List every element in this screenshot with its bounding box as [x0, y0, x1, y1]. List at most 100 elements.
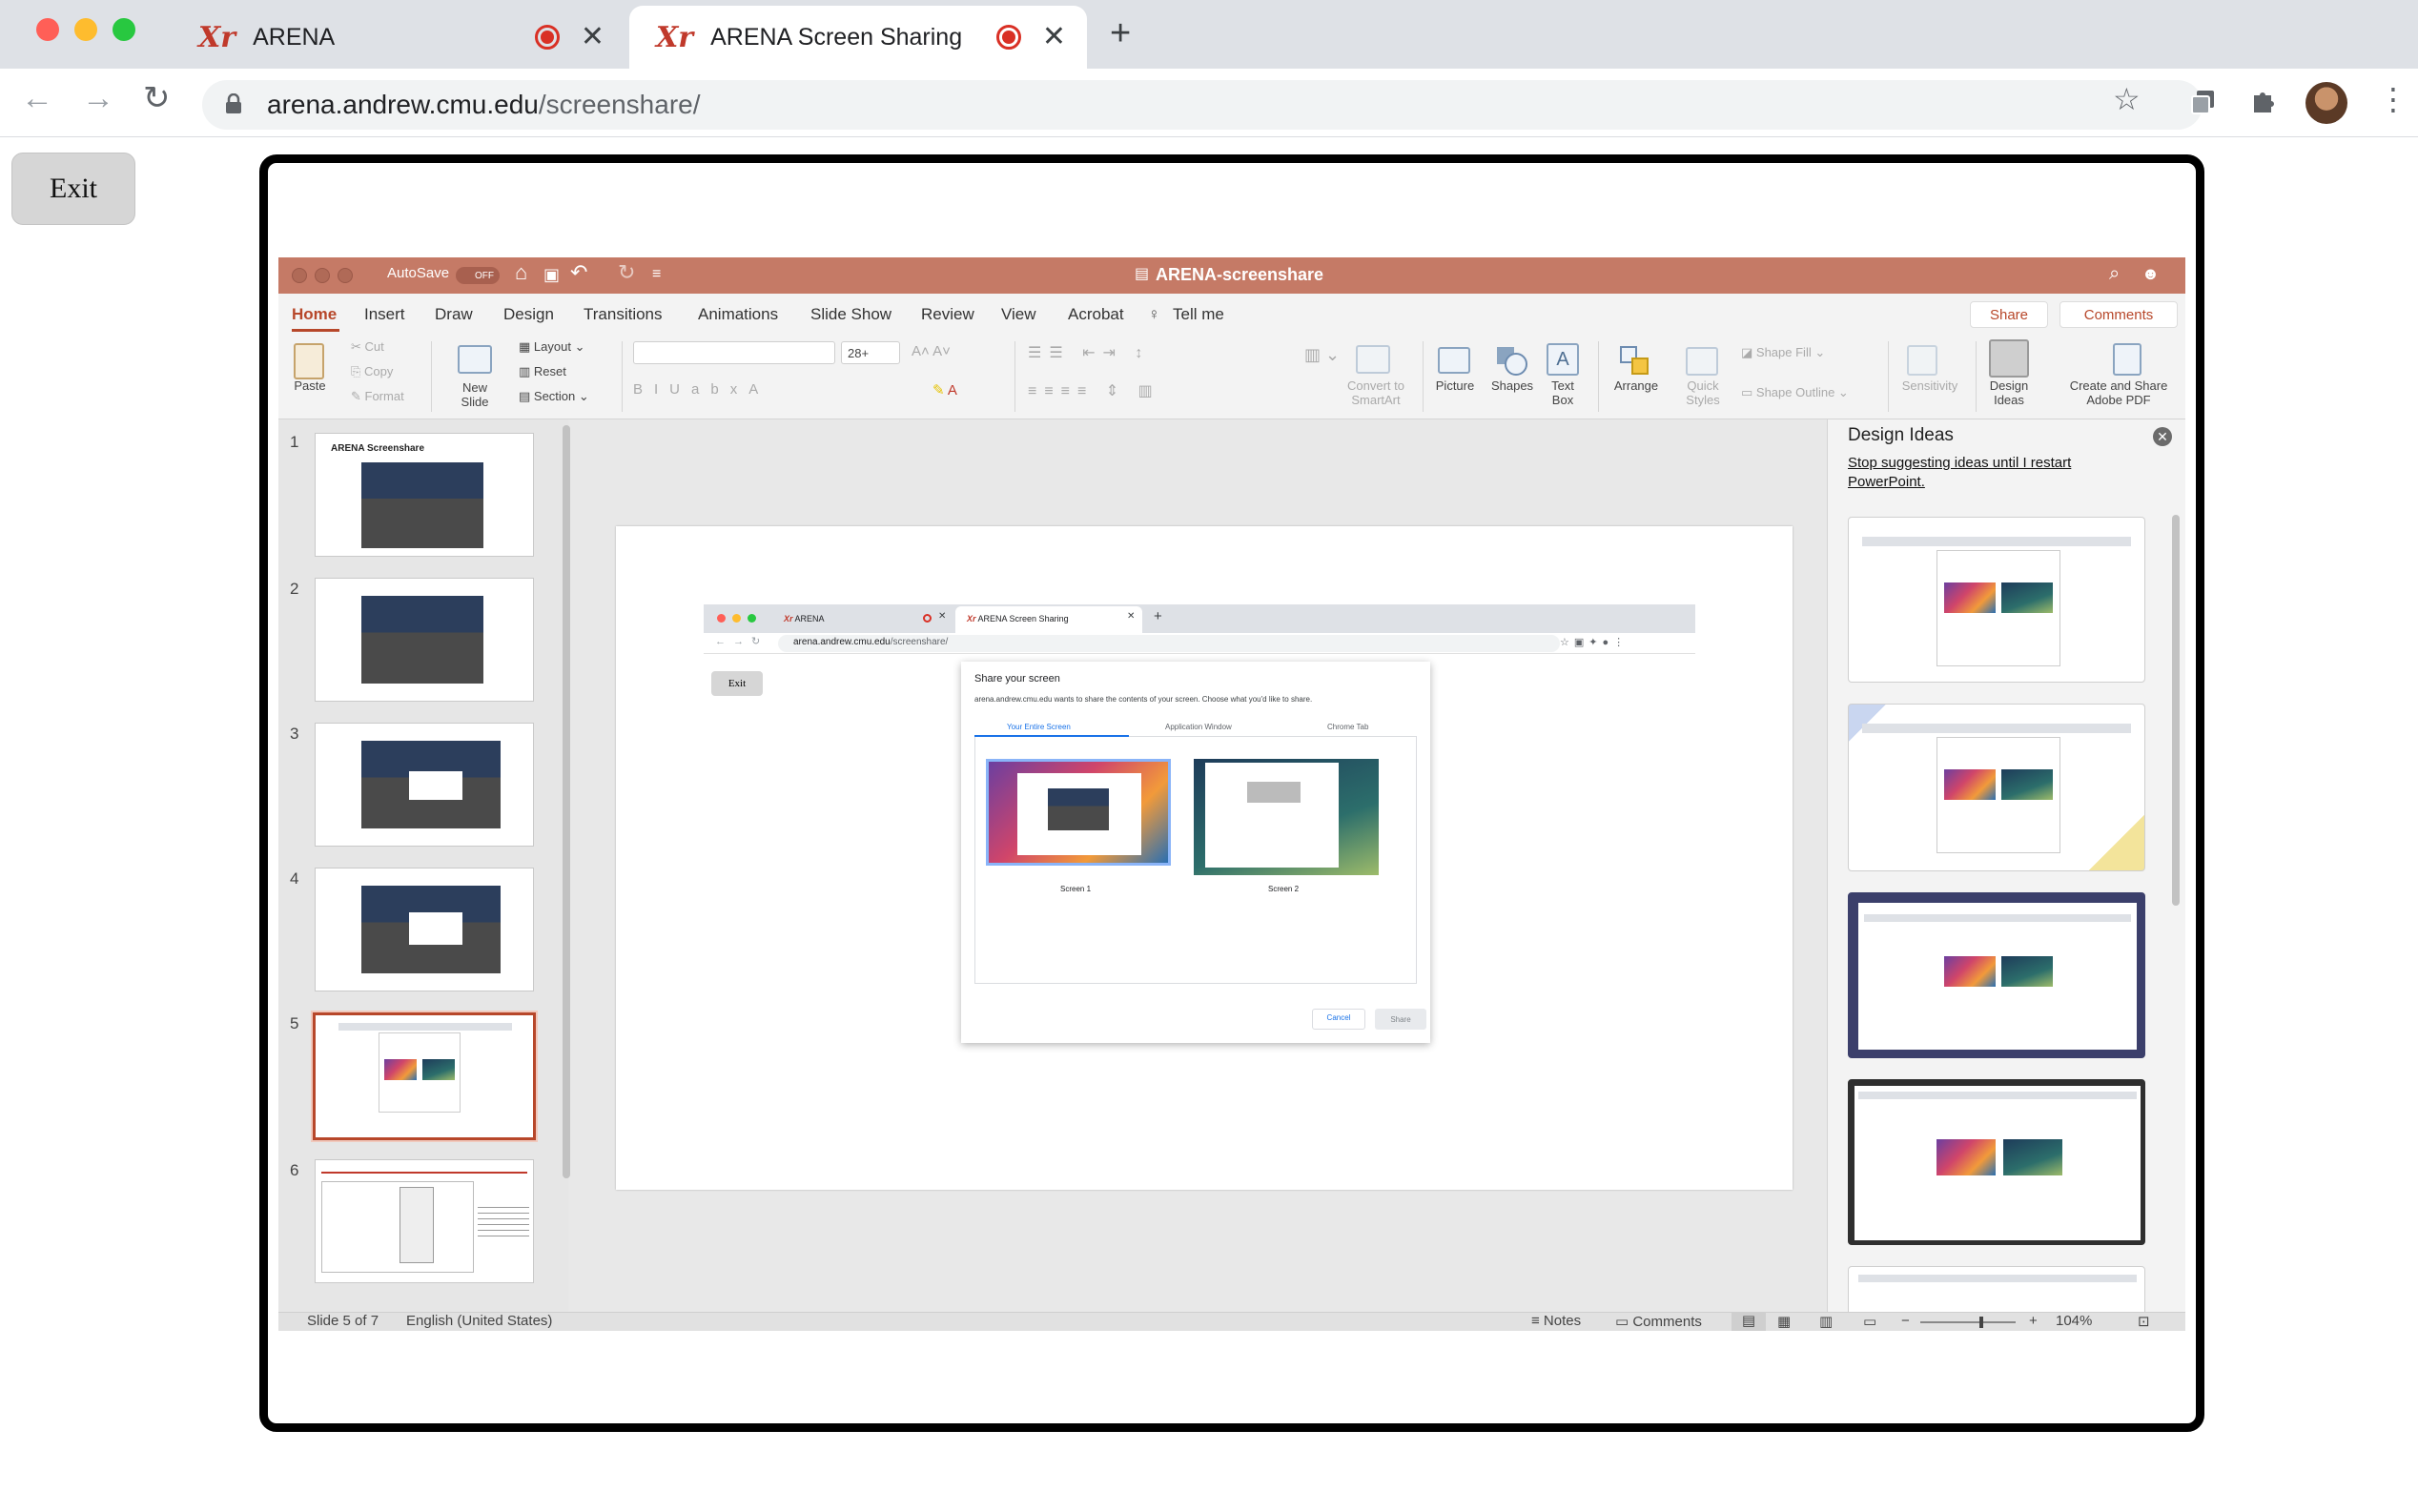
sensitivity-icon[interactable]	[1907, 345, 1937, 376]
zoom-out-icon[interactable]: −	[1901, 1313, 1910, 1329]
exit-button[interactable]: Exit	[11, 153, 135, 225]
extensions-puzzle-icon[interactable]	[2248, 86, 2279, 116]
tab-close-icon[interactable]: ✕	[1042, 23, 1066, 51]
customize-toolbar-icon[interactable]: ≡	[652, 267, 661, 282]
shapes-label[interactable]: Shapes	[1486, 378, 1539, 394]
forward-arrow-icon[interactable]: →	[82, 82, 114, 114]
normal-view-icon[interactable]: ▤	[1732, 1312, 1766, 1331]
format-painter-button[interactable]: ✎ Format	[351, 389, 404, 404]
language-status[interactable]: English (United States)	[406, 1313, 552, 1329]
alignment-icons[interactable]: ≡≡≡≡ ⇕ ▥	[1028, 381, 1160, 400]
shapes-icon[interactable]	[1495, 345, 1527, 376]
font-color-icons[interactable]: ✎ A	[932, 381, 957, 398]
tab-view[interactable]: View	[1001, 305, 1036, 324]
zoom-slider-track[interactable]	[1920, 1321, 2016, 1323]
tab-slide-show[interactable]: Slide Show	[810, 305, 891, 324]
status-comments-button[interactable]: ▭ Comments	[1615, 1313, 1702, 1330]
ppt-maximize-dot[interactable]	[338, 268, 353, 283]
zoom-slider-handle[interactable]	[1979, 1317, 1983, 1328]
text-box-icon[interactable]: A	[1547, 343, 1579, 376]
font-size-select[interactable]: 28+	[841, 341, 900, 364]
smartart-icon[interactable]	[1356, 345, 1390, 374]
undo-icon[interactable]: ↶	[570, 262, 587, 283]
paste-label[interactable]: Paste	[288, 378, 332, 394]
design-pane-scrollbar[interactable]	[2172, 515, 2180, 906]
ppt-close-dot[interactable]	[292, 268, 307, 283]
zoom-in-icon[interactable]: +	[2029, 1313, 2038, 1329]
design-idea-2[interactable]	[1848, 704, 2145, 871]
picture-label[interactable]: Picture	[1428, 378, 1482, 394]
reload-icon[interactable]: ↻	[143, 82, 171, 114]
slide-canvas[interactable]: Xr ARENA ✕ Xr ARENA Screen Sharing ✕ + ←…	[616, 526, 1793, 1190]
design-idea-1[interactable]	[1848, 517, 2145, 683]
font-name-select[interactable]	[633, 341, 835, 364]
ppt-comments-button[interactable]: Comments	[2059, 301, 2178, 328]
more-menu-icon[interactable]: ⋮	[2378, 84, 2408, 114]
tab-draw[interactable]: Draw	[435, 305, 473, 324]
slide-thumbnail-6[interactable]	[315, 1159, 534, 1283]
arrange-icon[interactable]	[1619, 345, 1651, 376]
arrange-label[interactable]: Arrange	[1608, 378, 1665, 394]
font-format-icons[interactable]: BIUabxA	[633, 381, 769, 398]
reading-view-icon[interactable]: ▥	[1819, 1313, 1833, 1330]
ppt-minimize-dot[interactable]	[315, 268, 330, 283]
design-idea-4[interactable]	[1848, 1079, 2145, 1245]
profile-avatar[interactable]	[2305, 82, 2347, 124]
window-minimize-button[interactable]	[74, 18, 97, 41]
tab-insert[interactable]: Insert	[364, 305, 405, 324]
new-slide-label[interactable]: New Slide	[446, 380, 503, 410]
columns-icon[interactable]: ▥ ⌄	[1304, 345, 1340, 365]
cast-extension-icon[interactable]	[2189, 88, 2218, 116]
new-tab-button[interactable]: +	[1110, 15, 1131, 51]
thumbnail-scrollbar[interactable]	[563, 425, 570, 1178]
tab-home[interactable]: Home	[292, 305, 337, 324]
search-icon[interactable]: ⌕	[2109, 264, 2120, 283]
slideshow-view-icon[interactable]: ▭	[1863, 1313, 1876, 1330]
design-ideas-icon[interactable]	[1989, 339, 2029, 378]
convert-smartart-label[interactable]: Convert to SmartArt	[1337, 378, 1415, 408]
slide-thumbnail-1[interactable]: ARENA Screenshare	[315, 433, 534, 557]
font-grow-shrink-icon[interactable]: A˄ A˅	[912, 343, 951, 359]
slide-thumbnail-4[interactable]	[315, 868, 534, 991]
sensitivity-label[interactable]: Sensitivity	[1892, 378, 1968, 394]
reset-button[interactable]: ▥ Reset	[519, 364, 566, 379]
save-icon[interactable]: ▣	[543, 266, 560, 283]
back-arrow-icon[interactable]: ←	[21, 82, 53, 114]
new-slide-icon[interactable]	[458, 345, 492, 374]
design-idea-3[interactable]	[1848, 892, 2145, 1058]
tab-close-icon[interactable]: ✕	[581, 23, 604, 51]
bookmark-star-icon[interactable]: ☆	[2113, 84, 2141, 114]
tab-review[interactable]: Review	[921, 305, 974, 324]
adobe-pdf-icon[interactable]	[2113, 343, 2141, 376]
ppt-share-button[interactable]: Share	[1970, 301, 2048, 328]
window-maximize-button[interactable]	[113, 18, 135, 41]
layout-button[interactable]: ▦ Layout ⌄	[519, 339, 584, 355]
browser-tab-arena-screen-sharing[interactable]: Xr ARENA Screen Sharing ✕	[629, 6, 1087, 69]
notes-button[interactable]: ≡ Notes	[1531, 1313, 1581, 1329]
shape-outline-button[interactable]: ▭ Shape Outline ⌄	[1741, 385, 1849, 400]
redo-icon[interactable]: ↻	[618, 262, 635, 283]
window-close-button[interactable]	[36, 18, 59, 41]
tab-acrobat[interactable]: Acrobat	[1068, 305, 1124, 324]
shape-fill-button[interactable]: ◪ Shape Fill ⌄	[1741, 345, 1825, 360]
slide-thumbnail-3[interactable]	[315, 723, 534, 847]
design-pane-close-icon[interactable]: ✕	[2153, 427, 2172, 446]
tab-design[interactable]: Design	[503, 305, 554, 324]
picture-icon[interactable]	[1438, 347, 1470, 374]
slide-thumbnail-2[interactable]	[315, 578, 534, 702]
autosave-toggle[interactable]: OFF	[456, 267, 500, 284]
slide-thumbnail-5[interactable]	[311, 1011, 538, 1142]
stop-suggesting-link[interactable]: Stop suggesting ideas until I restart Po…	[1848, 454, 2134, 493]
home-icon[interactable]: ⌂	[515, 262, 527, 283]
quick-styles-icon[interactable]	[1686, 347, 1718, 376]
quick-styles-label[interactable]: Quick Styles	[1674, 378, 1732, 408]
section-button[interactable]: ▤ Section ⌄	[519, 389, 589, 404]
lock-icon[interactable]	[225, 92, 242, 114]
tell-me-search[interactable]: Tell me	[1173, 305, 1224, 324]
copy-button[interactable]: ⎘ Copy	[351, 364, 393, 379]
text-box-label[interactable]: Text Box	[1537, 378, 1588, 408]
design-ideas-label[interactable]: Design Ideas	[1983, 378, 2035, 408]
tab-animations[interactable]: Animations	[698, 305, 778, 324]
tab-transitions[interactable]: Transitions	[584, 305, 663, 324]
create-adobe-pdf-label[interactable]: Create and Share Adobe PDF	[2054, 378, 2183, 408]
